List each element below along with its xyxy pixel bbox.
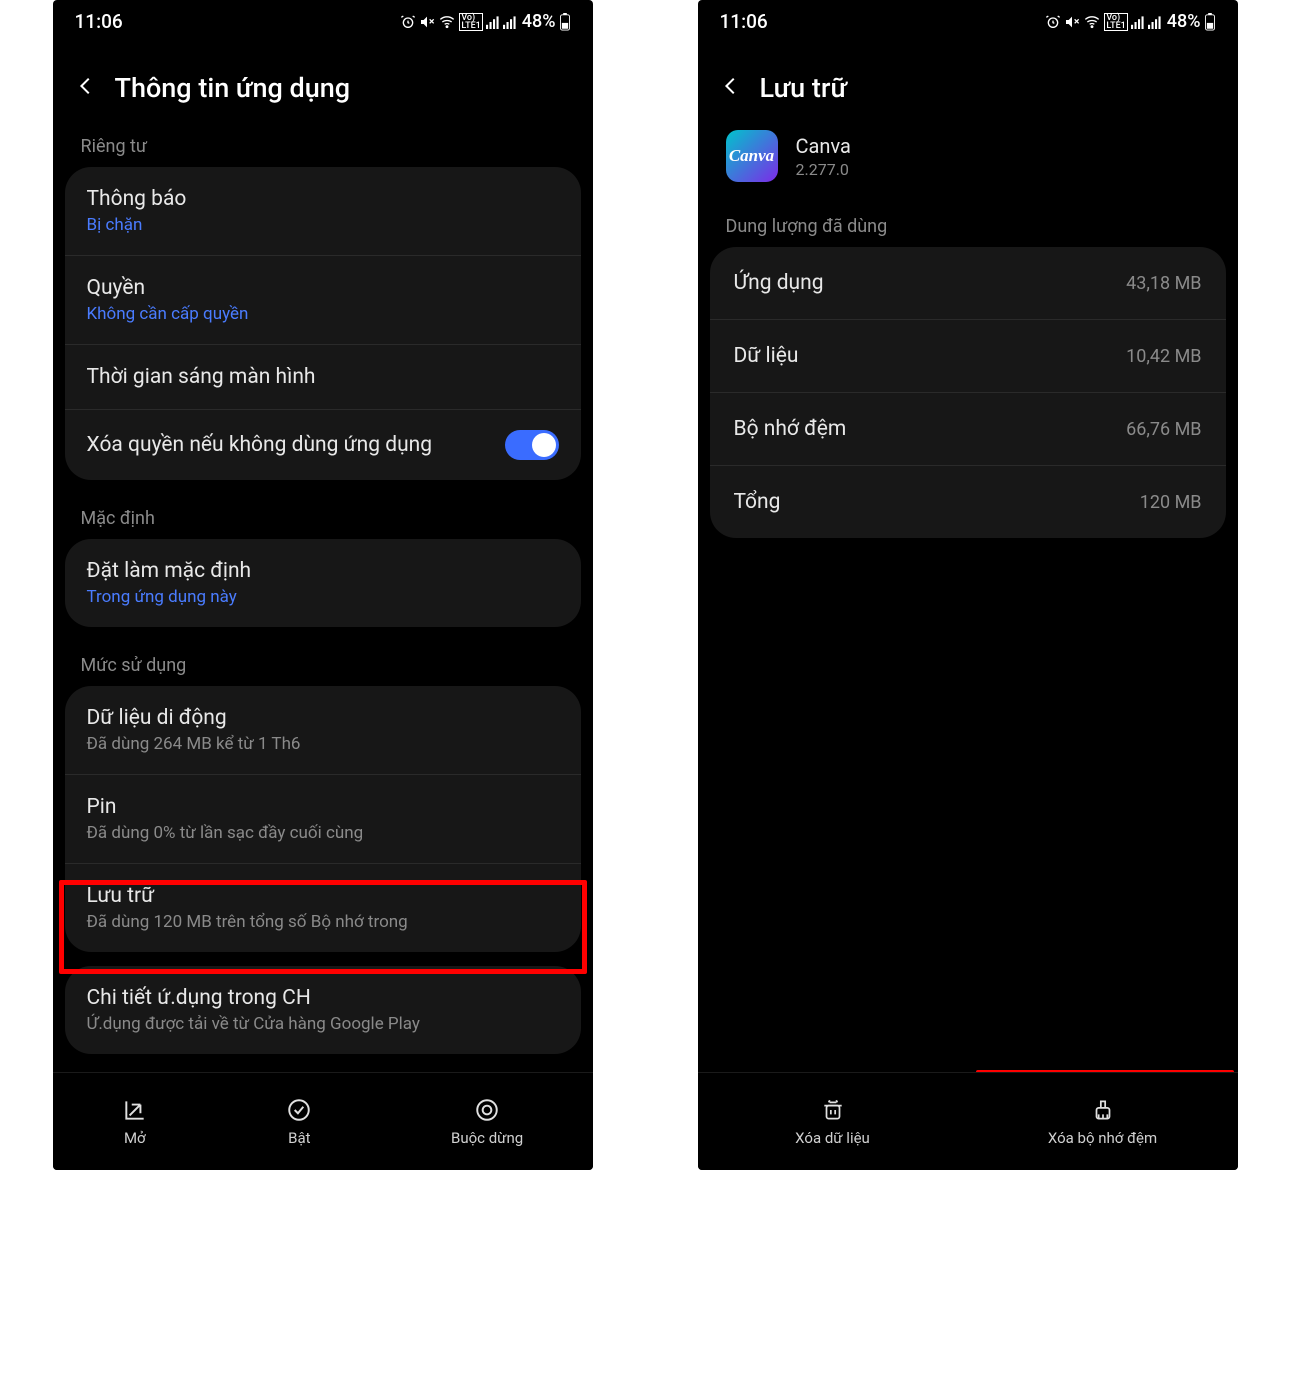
row-title: Thông báo	[87, 187, 187, 211]
volte-label: Vo)LTE1	[1104, 13, 1127, 31]
store-card: Chi tiết ứ.dụng trong CH Ứ.dụng được tải…	[65, 966, 581, 1054]
kv-key: Dữ liệu	[734, 344, 799, 368]
status-bar: 11:06 Vo)LTE1	[698, 0, 1238, 37]
enable-button[interactable]: Bật	[286, 1097, 312, 1147]
back-button[interactable]	[75, 75, 97, 101]
section-privacy-label: Riêng tư	[53, 122, 593, 167]
signal-icon	[1131, 15, 1145, 29]
kv-value: 43,18 MB	[1126, 273, 1201, 294]
clear-cache-button[interactable]: Xóa bộ nhớ đệm	[968, 1097, 1238, 1147]
open-label: Mở	[124, 1129, 146, 1147]
row-title: Thời gian sáng màn hình	[87, 365, 316, 389]
section-usage-label: Dung lượng đã dùng	[698, 202, 1238, 247]
signal-icon-2	[503, 15, 517, 29]
row-mobile-data[interactable]: Dữ liệu di động Đã dùng 264 MB kể từ 1 T…	[65, 686, 581, 775]
mute-icon	[419, 14, 435, 30]
bottom-action-bar: Xóa dữ liệu Xóa bộ nhớ đệm	[698, 1072, 1238, 1170]
row-notifications[interactable]: Thông báo Bị chặn	[65, 167, 581, 256]
row-title: Xóa quyền nếu không dùng ứng dụng	[87, 433, 433, 457]
open-button[interactable]: Mở	[122, 1097, 148, 1147]
kv-value: 120 MB	[1140, 492, 1202, 513]
row-permissions[interactable]: Quyền Không cần cấp quyền	[65, 256, 581, 345]
alarm-icon	[1045, 14, 1061, 30]
default-card: Đặt làm mặc định Trong ứng dụng này	[65, 539, 581, 627]
alarm-icon	[400, 14, 416, 30]
battery-percent: 48%	[1167, 11, 1201, 32]
kv-value: 66,76 MB	[1126, 419, 1201, 440]
status-bar: 11:06 Vo)LTE1	[53, 0, 593, 37]
row-sub: Đã dùng 120 MB trên tổng số Bộ nhớ trong	[87, 912, 408, 932]
enable-label: Bật	[288, 1129, 310, 1147]
app-name: Canva	[796, 134, 851, 158]
broom-icon	[1090, 1097, 1116, 1123]
row-sub: Đã dùng 0% từ lần sạc đầy cuối cùng	[87, 823, 364, 843]
app-header: Canva Canva 2.277.0	[698, 122, 1238, 202]
force-stop-button[interactable]: Buộc dừng	[451, 1097, 523, 1147]
row-title: Lưu trữ	[87, 884, 408, 908]
bottom-action-bar: Mở Bật Buộc dừng	[53, 1072, 593, 1170]
row-sub: Bị chặn	[87, 215, 187, 235]
row-title: Pin	[87, 795, 364, 819]
row-screen-time[interactable]: Thời gian sáng màn hình	[65, 345, 581, 410]
row-store-details[interactable]: Chi tiết ứ.dụng trong CH Ứ.dụng được tải…	[65, 966, 581, 1054]
clear-data-label: Xóa dữ liệu	[795, 1129, 870, 1147]
row-app-size[interactable]: Ứng dụng 43,18 MB	[710, 247, 1226, 320]
mute-icon	[1064, 14, 1080, 30]
row-total-size[interactable]: Tổng 120 MB	[710, 466, 1226, 538]
section-usage-label: Mức sử dụng	[53, 641, 593, 686]
signal-icon	[486, 15, 500, 29]
row-sub: Ứ.dụng được tải về từ Cửa hàng Google Pl…	[87, 1014, 420, 1034]
wifi-icon	[438, 14, 456, 30]
open-icon	[122, 1097, 148, 1123]
page-header: Lưu trữ	[698, 42, 1238, 122]
status-indicators: Vo)LTE1 48%	[400, 11, 570, 32]
kv-key: Tổng	[734, 490, 781, 514]
check-circle-icon	[286, 1097, 312, 1123]
row-remove-permissions[interactable]: Xóa quyền nếu không dùng ứng dụng	[65, 410, 581, 480]
status-time: 11:06	[75, 10, 123, 33]
remove-permissions-toggle[interactable]	[505, 430, 559, 460]
usage-card: Ứng dụng 43,18 MB Dữ liệu 10,42 MB Bộ nh…	[710, 247, 1226, 538]
row-cache-size[interactable]: Bộ nhớ đệm 66,76 MB	[710, 393, 1226, 466]
row-set-default[interactable]: Đặt làm mặc định Trong ứng dụng này	[65, 539, 581, 627]
page-title: Lưu trữ	[760, 72, 847, 104]
usage-card: Dữ liệu di động Đã dùng 264 MB kể từ 1 T…	[65, 686, 581, 952]
force-stop-label: Buộc dừng	[451, 1129, 523, 1147]
row-sub: Đã dùng 264 MB kể từ 1 Th6	[87, 734, 301, 754]
app-version: 2.277.0	[796, 160, 851, 179]
app-icon: Canva	[726, 130, 778, 182]
stop-circle-icon	[474, 1097, 500, 1123]
row-data-size[interactable]: Dữ liệu 10,42 MB	[710, 320, 1226, 393]
battery-icon	[1204, 13, 1216, 31]
kv-key: Ứng dụng	[734, 271, 824, 295]
section-default-label: Mặc định	[53, 494, 593, 539]
row-title: Quyền	[87, 276, 249, 300]
battery-percent: 48%	[522, 11, 556, 32]
battery-icon	[559, 13, 571, 31]
page-header: Thông tin ứng dụng	[53, 42, 593, 122]
back-button[interactable]	[720, 75, 742, 101]
wifi-icon	[1083, 14, 1101, 30]
status-indicators: Vo)LTE1 48%	[1045, 11, 1215, 32]
row-storage[interactable]: Lưu trữ Đã dùng 120 MB trên tổng số Bộ n…	[65, 864, 581, 952]
trash-icon	[820, 1097, 846, 1123]
row-title: Chi tiết ứ.dụng trong CH	[87, 986, 420, 1010]
row-battery[interactable]: Pin Đã dùng 0% từ lần sạc đầy cuối cùng	[65, 775, 581, 864]
row-sub: Trong ứng dụng này	[87, 587, 252, 607]
row-sub: Không cần cấp quyền	[87, 304, 249, 324]
privacy-card: Thông báo Bị chặn Quyền Không cần cấp qu…	[65, 167, 581, 480]
row-title: Dữ liệu di động	[87, 706, 301, 730]
kv-key: Bộ nhớ đệm	[734, 417, 847, 441]
page-title: Thông tin ứng dụng	[115, 72, 351, 104]
row-title: Đặt làm mặc định	[87, 559, 252, 583]
clear-data-button[interactable]: Xóa dữ liệu	[698, 1097, 968, 1147]
kv-value: 10,42 MB	[1126, 346, 1201, 367]
clear-cache-label: Xóa bộ nhớ đệm	[1048, 1129, 1157, 1147]
status-time: 11:06	[720, 10, 768, 33]
volte-label: Vo)LTE1	[459, 13, 482, 31]
signal-icon-2	[1148, 15, 1162, 29]
